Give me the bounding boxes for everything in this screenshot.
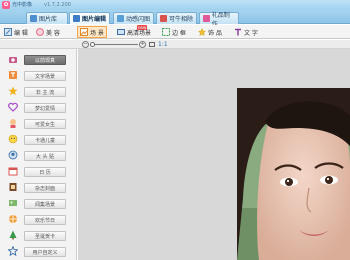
category-label: 可爱女生 [24,119,66,129]
border-icon [162,28,170,36]
zoom-slider-track[interactable] [90,44,138,45]
image-library-icon [30,15,37,22]
category-item[interactable]: 杂志封面 [0,180,77,196]
tab-gift-make[interactable]: 礼品制作 [199,12,239,28]
tool-label: 文 字 [244,29,258,37]
scene-category-panel: 以前现真 文字场景 非 主 流 梦幻爱情 可爱女生 卡通儿童 大 头 贴 日 历… [0,49,77,260]
tab-label: 可牛相除 [169,16,194,23]
title-bar: ✿ 光中影像 v1.7.2.200 [0,0,350,10]
category-label: 卡通儿童 [24,135,66,145]
tool-border[interactable]: 边 框 [160,26,188,38]
tab-label: 动感闪图 [126,16,151,23]
actual-size-button[interactable]: 1:1 [158,40,168,49]
category-item[interactable]: 圣诞贺卡 [0,228,77,244]
zoom-in-icon[interactable]: + [139,41,146,48]
category-item[interactable]: 以前现真 [0,52,77,68]
image-edit-icon [73,15,80,22]
tool-toolbar: 编 辑 美 容 场 景 高清场景 new 边 框 饰 品 文 字 [0,25,350,39]
module-tab-bar: 图片库 图片编辑 动感闪图 可牛相除 礼品制作 [0,10,350,28]
category-item[interactable]: 非 主 流 [0,84,77,100]
app-title: 光中影像 [12,2,33,8]
animated-gif-icon [117,15,124,22]
category-label: 以前现真 [24,55,66,65]
category-label: 日 历 [24,167,66,177]
category-label: 圣诞贺卡 [24,231,66,241]
new-badge: new [137,25,148,30]
category-item[interactable]: 欢乐节日 [0,212,77,228]
tab-image-library[interactable]: 图片库 [26,12,68,24]
tool-label: 美 容 [46,29,60,37]
category-label: 闻集场景 [24,199,66,209]
tool-text[interactable]: 文 字 [232,26,260,38]
tool-label: 场 景 [90,29,104,37]
portrait-image [237,88,350,260]
category-item[interactable]: 文字场景 [0,68,77,84]
fit-to-window-icon[interactable] [149,42,155,47]
heart-icon [8,102,18,112]
tab-photo-booth[interactable]: 可牛相除 [156,12,197,24]
photo-sticker-icon [8,150,18,160]
cartoon-kid-icon [8,134,18,144]
star-icon [8,86,18,96]
category-label: 大 头 贴 [24,151,66,161]
edit-icon [4,28,12,36]
category-item[interactable]: 梦幻爱情 [0,100,77,116]
custom-star-icon [8,246,18,256]
tab-image-edit[interactable]: 图片编辑 [69,12,110,24]
scene-collection-icon [8,198,18,208]
scene-icon [80,28,88,36]
text-scene-icon [8,70,18,80]
category-item[interactable]: 卡通儿童 [0,132,77,148]
beauty-icon [36,28,44,36]
holiday-icon [8,214,18,224]
zoom-bar: − + 1:1 [0,40,350,49]
tool-label: 饰 品 [208,29,222,37]
girl-icon [8,118,18,128]
camera-icon [8,54,18,64]
app-version: v1.7.2.200 [44,2,71,8]
text-icon [234,28,242,36]
zoom-slider-handle[interactable] [90,42,96,47]
tab-label: 图片库 [39,16,58,23]
category-item[interactable]: 可爱女生 [0,116,77,132]
app-logo-icon: ✿ [2,1,10,9]
tool-beauty[interactable]: 美 容 [34,26,62,38]
category-label: 欢乐节日 [24,215,66,225]
christmas-tree-icon [8,230,18,240]
tool-label: 边 框 [172,29,186,37]
zoom-out-icon[interactable]: − [82,41,89,48]
category-label: 杂志封面 [24,183,66,193]
photo-booth-icon [160,15,167,22]
category-label: 用户自定义 [24,247,66,257]
tab-animated-gif[interactable]: 动感闪图 [113,12,154,24]
tool-accessory[interactable]: 饰 品 [196,26,224,38]
magazine-icon [8,182,18,192]
photo-preview [237,88,350,260]
tool-edit[interactable]: 编 辑 [2,26,30,38]
hd-scene-icon [117,28,125,36]
accessory-icon [197,27,207,37]
category-item[interactable]: 大 头 贴 [0,148,77,164]
tab-label: 图片编辑 [82,16,107,23]
category-label: 文字场景 [24,71,66,81]
category-item[interactable]: 用户自定义 [0,244,77,260]
category-item[interactable]: 日 历 [0,164,77,180]
category-label: 非 主 流 [24,87,66,97]
category-item[interactable]: 闻集场景 [0,196,77,212]
tool-label: 编 辑 [14,29,28,37]
tool-hd-scene[interactable]: 高清场景 [115,26,153,38]
gift-make-icon [203,15,210,22]
calendar-icon [8,166,18,176]
category-label: 梦幻爱情 [24,103,66,113]
tool-scene[interactable]: 场 景 [77,26,107,38]
